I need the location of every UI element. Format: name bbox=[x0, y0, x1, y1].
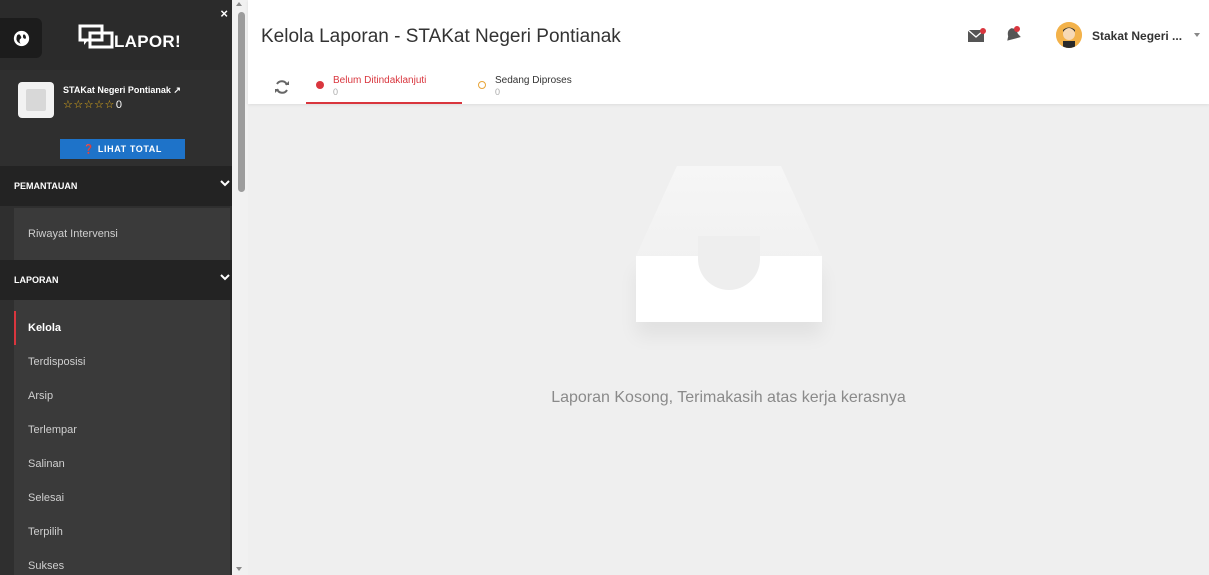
mail-icon[interactable] bbox=[968, 28, 986, 42]
profile-image bbox=[18, 82, 54, 118]
page-title: Kelola Laporan - STAKat Negeri Pontianak bbox=[261, 26, 621, 47]
user-avatar-icon bbox=[1056, 22, 1082, 48]
profile-rating: ☆☆☆☆☆0 bbox=[63, 98, 122, 111]
profile-card: STAKat Negeri Pontianak ↗ ☆☆☆☆☆0 bbox=[0, 70, 240, 135]
scrollbar-thumb[interactable] bbox=[238, 12, 245, 192]
scroll-down-arrow-icon[interactable] bbox=[236, 567, 242, 571]
status-dot-icon bbox=[316, 81, 324, 89]
menu-item-sukses[interactable]: Sukses bbox=[14, 549, 230, 575]
user-name[interactable]: Stakat Negeri ... bbox=[1092, 29, 1182, 43]
logo-text: LAPOR! bbox=[114, 32, 181, 51]
tab-count: 0 bbox=[495, 87, 501, 97]
close-icon[interactable]: × bbox=[220, 6, 228, 21]
bell-icon[interactable] bbox=[1006, 26, 1021, 43]
tab-count: 0 bbox=[333, 87, 339, 97]
profile-name-text: STAKat Negeri Pontianak bbox=[63, 85, 171, 95]
user-avatar[interactable] bbox=[1056, 22, 1082, 48]
tab-sedang-diproses[interactable]: Sedang Diproses 0 bbox=[468, 72, 598, 104]
rating-count: 0 bbox=[115, 99, 123, 111]
caret-down-icon[interactable] bbox=[1194, 33, 1200, 37]
globe-icon bbox=[13, 30, 29, 46]
menu-item-riwayat-intervensi[interactable]: Riwayat Intervensi bbox=[14, 217, 230, 251]
tab-label: Belum Ditindaklanjuti bbox=[333, 75, 427, 86]
empty-state-message: Laporan Kosong, Terimakasih atas kerja k… bbox=[551, 389, 906, 406]
tab-label: Sedang Diproses bbox=[495, 75, 572, 86]
refresh-icon[interactable] bbox=[274, 79, 290, 95]
page-header: Kelola Laporan - STAKat Negeri Pontianak… bbox=[248, 0, 1209, 104]
tab-belum-ditindaklanjuti[interactable]: Belum Ditindaklanjuti 0 bbox=[306, 72, 462, 104]
menu-item-kelola[interactable]: Kelola bbox=[14, 311, 230, 345]
chevron-down-icon bbox=[220, 274, 230, 281]
menu-item-selesai[interactable]: Selesai bbox=[14, 481, 230, 515]
status-dot-icon bbox=[478, 81, 486, 89]
section-title: PEMANTAUAN bbox=[14, 181, 78, 191]
section-header-pemantauan[interactable]: PEMANTAUAN bbox=[0, 166, 240, 206]
section-body-pemantauan: Riwayat Intervensi bbox=[14, 208, 230, 260]
sidebar-header: LAPOR! × bbox=[0, 0, 240, 70]
lihat-total-button[interactable]: ❓ LIHAT TOTAL bbox=[60, 139, 185, 159]
rating-stars: ☆☆☆☆☆ bbox=[63, 99, 115, 111]
lapor-logo[interactable]: LAPOR! bbox=[78, 24, 181, 52]
sidebar: LAPOR! × STAKat Negeri Pontianak ↗ ☆☆☆☆☆… bbox=[0, 0, 240, 575]
section-title: LAPORAN bbox=[14, 275, 59, 285]
menu-item-arsip[interactable]: Arsip bbox=[14, 379, 230, 413]
menu-item-terpilih[interactable]: Terpilih bbox=[14, 515, 230, 549]
menu-item-terlempar[interactable]: Terlempar bbox=[14, 413, 230, 447]
profile-name[interactable]: STAKat Negeri Pontianak ↗ bbox=[63, 85, 181, 96]
section-header-laporan[interactable]: LAPORAN bbox=[0, 260, 240, 300]
scroll-up-arrow-icon[interactable] bbox=[236, 2, 242, 6]
menu-item-salinan[interactable]: Salinan bbox=[14, 447, 230, 481]
section-body-laporan: Kelola Terdisposisi Arsip Terlempar Sali… bbox=[14, 300, 230, 575]
sidebar-toggle-button[interactable] bbox=[0, 18, 42, 58]
chevron-down-icon bbox=[220, 180, 230, 187]
menu-item-terdisposisi[interactable]: Terdisposisi bbox=[14, 345, 230, 379]
external-link-icon[interactable]: ↗ bbox=[173, 85, 181, 95]
